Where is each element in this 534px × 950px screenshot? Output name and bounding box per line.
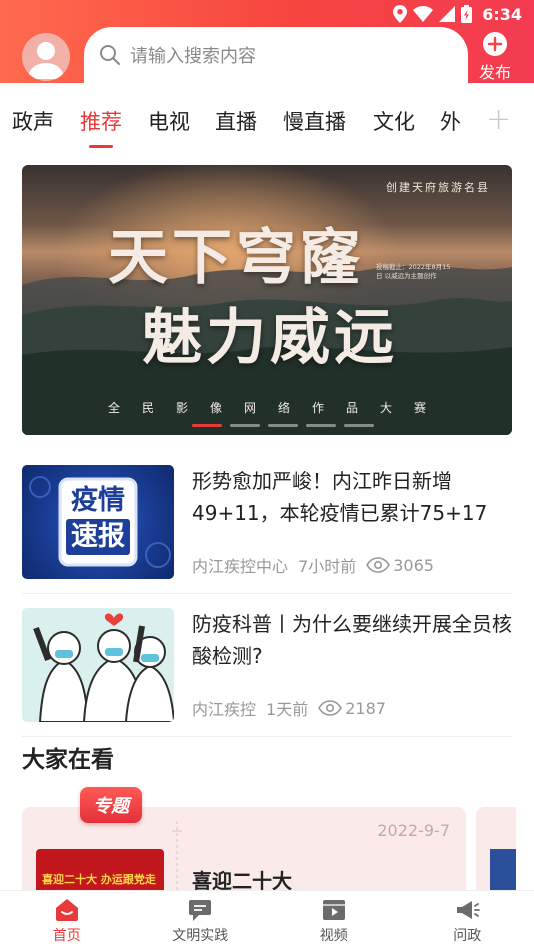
medical-workers-thumbnail [22,608,174,722]
decorative-dashed-line [172,821,182,901]
news-title[interactable]: 形势愈加严峻！内江昨日新增49+11，本轮疫情已累计75+17 [192,465,514,529]
divider [22,593,512,594]
tab-tv[interactable]: 电视 [148,106,190,136]
megaphone-icon [457,901,481,919]
user-icon [28,42,64,79]
active-tab-indicator [89,145,113,148]
carousel-dot[interactable] [268,424,298,427]
nav-home[interactable]: 首页 [0,891,134,950]
topic-thumb-text: 喜迎二十大 办运跟党走 [42,873,156,886]
banner-subtitle: 全民影像网络作品大赛 [107,401,448,415]
publish-button[interactable]: 发布 [474,32,516,83]
news-title[interactable]: 防疫科普丨为什么要继续开展全员核酸检测? [192,608,514,672]
chat-icon [189,900,212,921]
battery-icon [461,5,473,23]
news-source: 内江疾控 [192,700,257,719]
app-header: 6:34 请输入搜索内容 发布 [0,0,534,83]
news-source: 内江疾控中心 [192,557,289,576]
news-views: 3065 [393,555,434,575]
nav-inquiry-label: 问政 [453,928,482,944]
plus-circle-icon [483,32,507,56]
topic-badge: 专题 [80,787,142,823]
status-bar: 6:34 [393,4,522,24]
carousel-indicator [192,424,374,427]
banner-deadline: 投稿截止：2022年8月15日 以威远为主题创作 [376,263,451,280]
thumb-text-line2: 速报 [66,519,130,555]
eye-icon [366,557,391,573]
carousel-dot[interactable] [230,424,260,427]
nav-civilization[interactable]: 文明实践 [134,891,268,950]
banner-title-line2: 魅力威远 [142,303,398,373]
add-tab-icon[interactable]: + [486,102,511,137]
nav-inquiry[interactable]: 问政 [401,891,534,950]
search-bar[interactable]: 请输入搜索内容 [84,27,468,83]
status-time: 6:34 [482,4,522,24]
location-icon [393,5,408,23]
divider [22,736,512,737]
home-icon [55,899,78,921]
news-time: 1天前 [266,700,309,719]
news-item[interactable]: 防疫科普丨为什么要继续开展全员核酸检测? 内江疾控 1天前 2187 [22,608,512,734]
banner-carousel[interactable]: 创建天府旅游名县 天下穹窿 魅力威远 投稿截止：2022年8月15日 以威远为主… [22,165,512,435]
news-item[interactable]: 疫情 速报 形势愈加严峻！内江昨日新增49+11，本轮疫情已累计75+17 内江… [22,465,512,591]
nav-video-label: 视频 [319,928,348,944]
publish-label: 发布 [478,63,511,82]
search-placeholder: 请输入搜索内容 [130,46,256,67]
bottom-nav: 首页 文明实践 视频 问政 [0,890,534,950]
tab-live[interactable]: 直播 [215,106,257,136]
thumb-text-line1: 疫情 [71,485,125,516]
tab-zhengsheng[interactable]: 政声 [12,106,54,136]
nav-home-label: 首页 [52,928,81,944]
news-views: 2187 [345,698,386,718]
banner-title-line1: 天下穹窿 [108,223,364,293]
carousel-dot[interactable] [306,424,336,427]
eye-icon [318,700,343,716]
news-time: 7小时前 [298,557,357,576]
carousel-dot[interactable] [344,424,374,427]
topic-date: 2022-9-7 [377,821,450,840]
nav-civilization-label: 文明实践 [172,928,229,944]
tab-culture[interactable]: 文化 [373,106,415,136]
nav-video[interactable]: 视频 [267,891,401,950]
banner-tag: 创建天府旅游名县 [386,181,490,194]
news-meta: 内江疾控中心 7小时前 3065 [192,553,444,577]
medical-workers-illustration [33,613,174,722]
wifi-icon [413,6,434,22]
search-icon [100,45,120,65]
epidemic-report-thumbnail: 疫情 速报 [22,465,174,579]
tab-slow-live[interactable]: 慢直播 [283,106,346,136]
avatar[interactable] [22,33,70,81]
section-title: 大家在看 [22,747,114,773]
signal-icon [439,6,456,22]
tab-more-partial[interactable]: 外 [440,106,461,136]
news-meta: 内江疾控 1天前 2187 [192,696,396,720]
carousel-dot-active[interactable] [192,424,222,427]
tab-recommend[interactable]: 推荐 [80,106,122,136]
video-icon [322,900,345,920]
category-tabs: 政声 推荐 电视 直播 慢直播 文化 外 + [0,88,534,152]
